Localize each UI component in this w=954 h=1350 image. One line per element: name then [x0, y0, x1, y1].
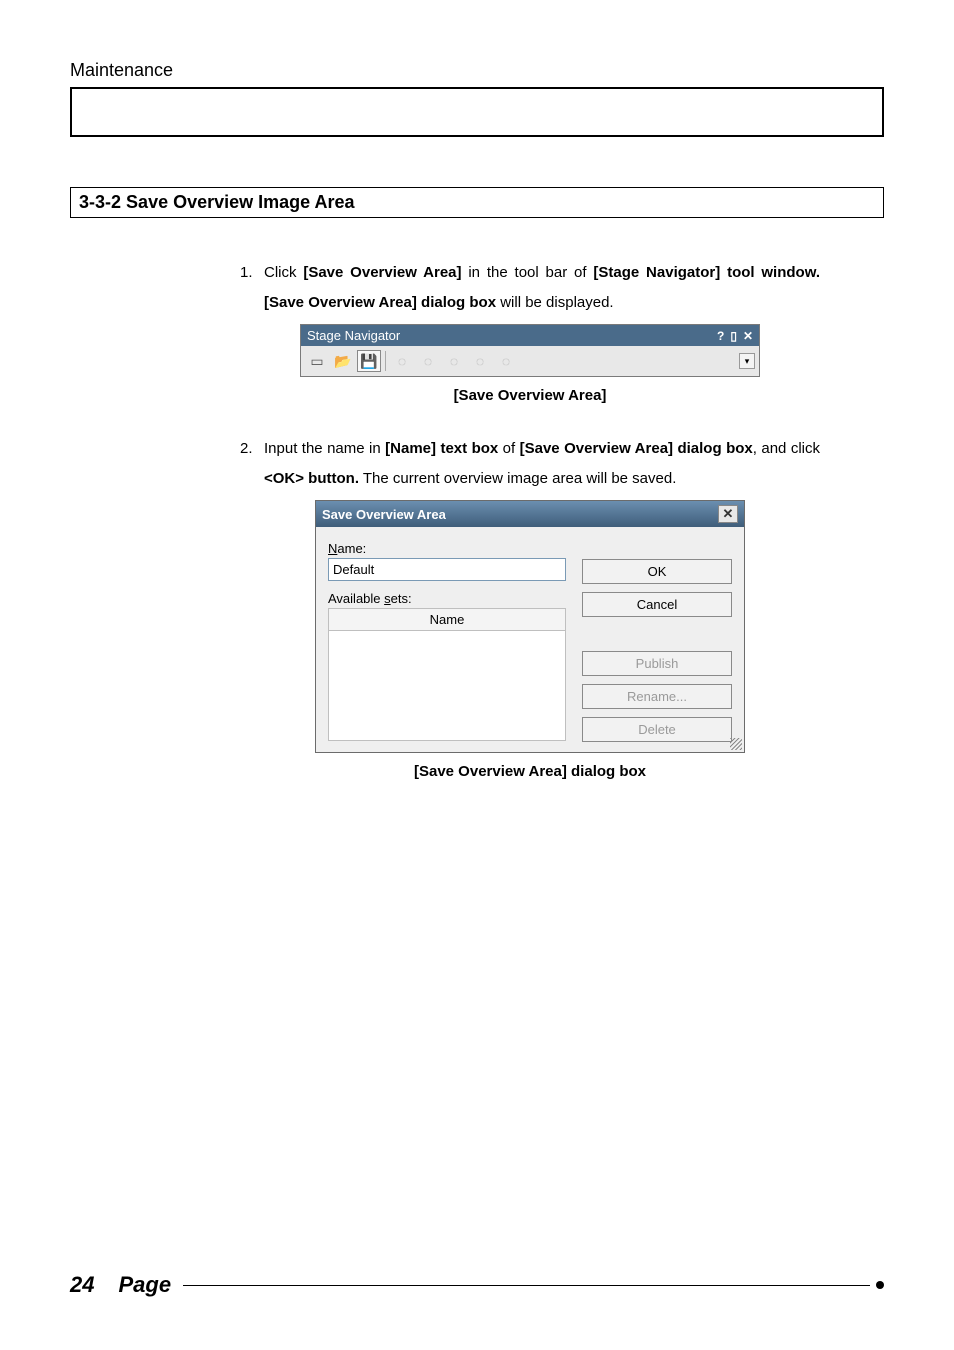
dropdown-icon[interactable]: ▾: [739, 353, 755, 369]
dialog-right-pane: OK Cancel Publish Rename... Delete: [582, 541, 732, 742]
resize-grip-icon[interactable]: [730, 738, 742, 750]
step-body: Click [Save Overview Area] in the tool b…: [264, 258, 820, 318]
section-number: 3-3-2: [79, 192, 121, 212]
text: , and click: [753, 440, 820, 457]
label-text: elete: [648, 722, 676, 737]
new-icon[interactable]: ▭: [305, 350, 329, 372]
delete-button: Delete: [582, 717, 732, 742]
pin-icon[interactable]: ▯: [730, 329, 737, 343]
disabled-icon: ◌: [442, 350, 466, 372]
figure-caption-toolbar: [Save Overview Area]: [240, 387, 820, 404]
ok-button[interactable]: OK: [582, 559, 732, 584]
stage-navigator-toolwindow: Stage Navigator ? ▯ ✕ ▭ 📂 💾 ◌ ◌ ◌ ◌ ◌ ▾: [300, 324, 760, 377]
save-overview-area-button[interactable]: 💾: [357, 350, 381, 372]
footer-rule: [183, 1285, 870, 1286]
section-title-box: 3-3-2 Save Overview Image Area: [70, 187, 884, 218]
step-1: 1. Click [Save Overview Area] in the too…: [240, 258, 820, 318]
section-heading: Save Overview Image Area: [126, 192, 354, 212]
text-bold: [Stage Navigator] tool window.: [593, 264, 820, 281]
disabled-icon: ◌: [416, 350, 440, 372]
text-bold: [Save Overview Area] dialog box: [264, 294, 496, 311]
close-icon[interactable]: ✕: [743, 329, 753, 343]
name-field[interactable]: [328, 558, 566, 581]
step-body: Input the name in [Name] text box of [Sa…: [264, 434, 820, 494]
disabled-icon: ◌: [494, 350, 518, 372]
text: Input the name in: [264, 440, 385, 457]
text: The current overview image area will be …: [359, 470, 676, 487]
close-icon[interactable]: ✕: [718, 505, 738, 523]
footer-dot-icon: [876, 1281, 884, 1289]
label-text: Available: [328, 591, 384, 606]
page-label: Page: [118, 1272, 171, 1298]
section-title: 3-3-2 Save Overview Image Area: [79, 192, 355, 212]
text-bold: <OK> button.: [264, 470, 359, 487]
label-text: ublish: [644, 656, 678, 671]
mnemonic: R: [627, 689, 636, 704]
help-icon[interactable]: ?: [717, 329, 724, 343]
step-number: 2.: [240, 434, 264, 494]
dialog-body: Name: Available sets: Name OK Cancel Pub…: [316, 527, 744, 752]
label-text: ename...: [636, 689, 687, 704]
text: will be displayed.: [496, 294, 614, 311]
available-sets-list[interactable]: [328, 631, 566, 741]
document-page: Maintenance 3-3-2 Save Overview Image Ar…: [0, 0, 954, 1350]
available-sets-label: Available sets:: [328, 591, 566, 606]
step-2: 2. Input the name in [Name] text box of …: [240, 434, 820, 494]
label-text: ets:: [391, 591, 412, 606]
mnemonic: N: [328, 541, 337, 556]
step-number: 1.: [240, 258, 264, 318]
text: in the tool bar of: [462, 264, 594, 281]
publish-button: Publish: [582, 651, 732, 676]
content-area: 1. Click [Save Overview Area] in the too…: [240, 258, 820, 780]
page-number: 24: [70, 1272, 94, 1298]
page-footer: 24 Page: [70, 1272, 884, 1298]
separator: [385, 351, 386, 371]
name-label: Name:: [328, 541, 566, 556]
toolwindow-title: Stage Navigator: [307, 328, 400, 343]
open-icon[interactable]: 📂: [331, 350, 355, 372]
text-bold: [Name] text box: [385, 440, 498, 457]
dialog-left-pane: Name: Available sets: Name: [328, 541, 566, 742]
spacer: [582, 625, 732, 643]
figure-caption-dialog: [Save Overview Area] dialog box: [240, 763, 820, 780]
mnemonic: D: [638, 722, 647, 737]
text: Click: [264, 264, 303, 281]
header-rule: [70, 87, 884, 137]
header-breadcrumb: Maintenance: [70, 60, 884, 81]
rename-button: Rename...: [582, 684, 732, 709]
dialog-titlebar: Save Overview Area ✕: [316, 501, 744, 527]
label-text: ame:: [337, 541, 366, 556]
toolwindow-titlebar: Stage Navigator ? ▯ ✕: [301, 325, 759, 346]
cancel-button[interactable]: Cancel: [582, 592, 732, 617]
dialog-title: Save Overview Area: [322, 507, 446, 522]
disabled-icon: ◌: [468, 350, 492, 372]
text: of: [498, 440, 519, 457]
toolwindow-toolbar: ▭ 📂 💾 ◌ ◌ ◌ ◌ ◌ ▾: [301, 346, 759, 376]
save-overview-area-dialog: Save Overview Area ✕ Name: Available set…: [315, 500, 745, 753]
text-bold: [Save Overview Area]: [303, 264, 461, 281]
text-bold: [Save Overview Area] dialog box: [520, 440, 753, 457]
disabled-icon: ◌: [390, 350, 414, 372]
list-column-header: Name: [328, 608, 566, 631]
